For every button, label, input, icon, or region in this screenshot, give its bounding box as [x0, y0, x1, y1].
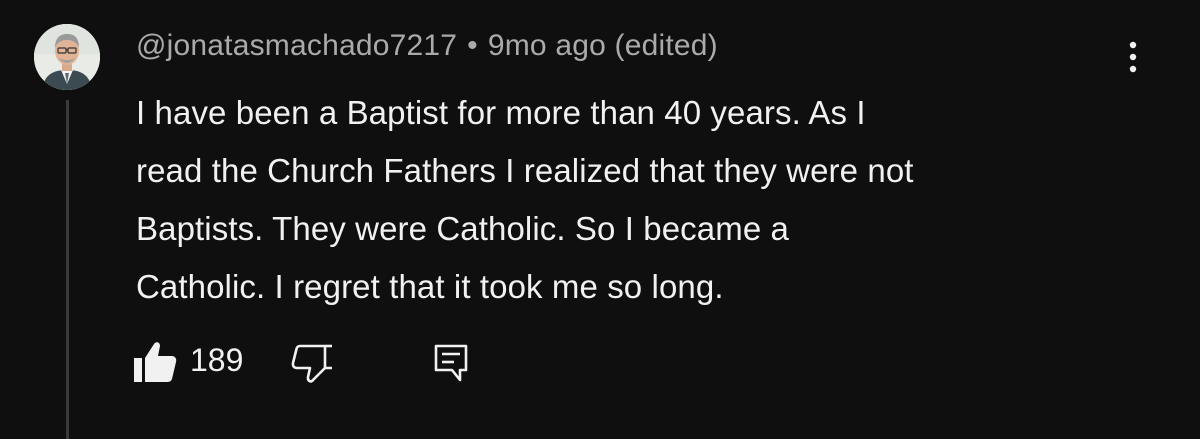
thumbs-down-outline-icon: [291, 344, 332, 383]
dislike-button[interactable]: [290, 342, 336, 386]
avatar[interactable]: [34, 24, 100, 90]
like-button[interactable]: [132, 340, 178, 384]
reply-button[interactable]: [430, 342, 474, 386]
thumbs-up-filled-icon: [134, 342, 177, 382]
more-vertical-icon: [1129, 41, 1137, 73]
comment-text-line: Baptists. They were Catholic. So I becam…: [136, 210, 790, 247]
like-count: 189: [190, 342, 244, 378]
reply-comment-icon: [434, 344, 468, 382]
comment-timestamp[interactable]: 9mo ago (edited): [488, 29, 718, 62]
avatar-photo: [34, 24, 100, 90]
comment-author[interactable]: @jonatasmachado7217: [136, 29, 457, 62]
comment-text-line: I have been a Baptist for more than 40 y…: [136, 94, 866, 131]
comment-text: I have been a Baptist for more than 40 y…: [136, 84, 1136, 316]
comment-text-line: Catholic. I regret that it took me so lo…: [136, 268, 724, 305]
thread-line: [66, 100, 69, 439]
comment-menu-button[interactable]: [1118, 38, 1148, 78]
comment-text-line: read the Church Fathers I realized that …: [136, 152, 914, 189]
meta-separator: •: [467, 29, 478, 62]
comment-meta: @jonatasmachado7217 • 9mo ago (edited): [136, 29, 718, 63]
